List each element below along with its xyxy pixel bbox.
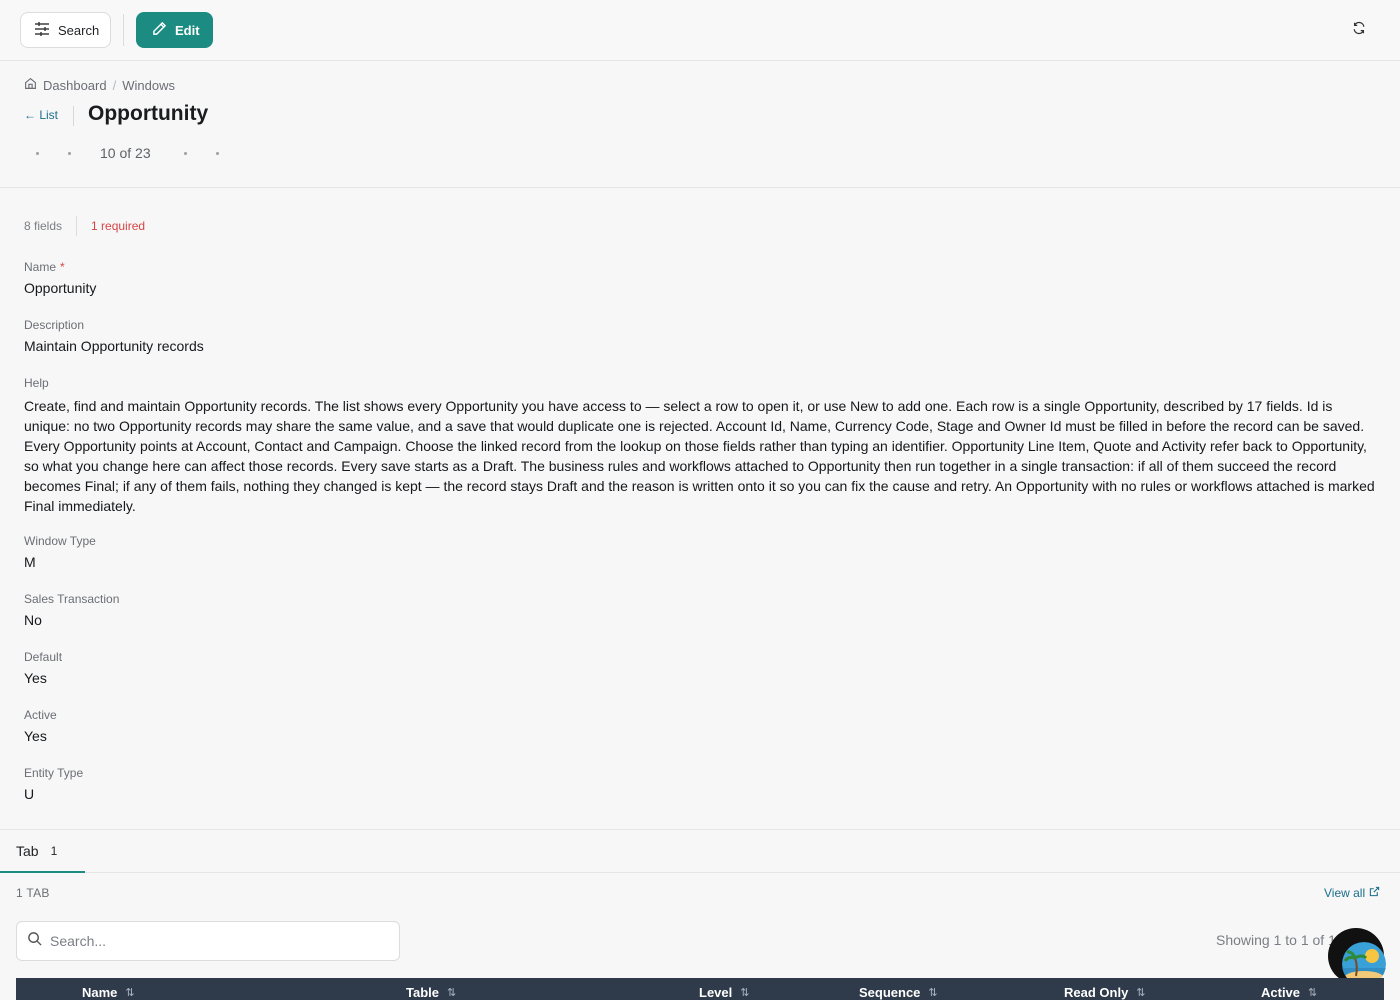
search-button-label: Search — [58, 22, 100, 38]
field-label: Sales Transaction — [24, 592, 120, 606]
first-record-button[interactable] — [36, 152, 39, 155]
tab-label: Tab — [16, 842, 39, 859]
tab-tab[interactable]: Tab 1 — [0, 830, 85, 873]
field-active: Active Yes — [24, 708, 57, 744]
page-title: Opportunity — [88, 102, 209, 125]
column-header-active[interactable]: Active ⇅ — [1261, 985, 1317, 1000]
tab-bar: Tab 1 — [0, 829, 1400, 873]
view-all-link[interactable]: View all — [1324, 886, 1380, 900]
sort-icon: ⇅ — [1308, 987, 1318, 999]
field-sales-transaction: Sales Transaction No — [24, 592, 119, 628]
meta-divider — [76, 216, 78, 236]
breadcrumb: Dashboard / Windows — [24, 77, 175, 93]
field-value: Yes — [24, 670, 47, 686]
column-header-level[interactable]: Level ⇅ — [699, 985, 749, 1000]
breadcrumb-windows[interactable]: Windows — [122, 78, 175, 93]
refresh-icon[interactable] — [1352, 21, 1370, 39]
pager-count: 10 of 23 — [100, 145, 151, 161]
tab-section-count: 1 TAB — [16, 886, 50, 900]
field-window-type: Window Type M — [24, 534, 96, 570]
record-header: Dashboard / Windows ← List Opportunity 1… — [0, 61, 1400, 188]
breadcrumb-separator: / — [112, 77, 117, 93]
toolbar-divider — [123, 14, 124, 46]
assistant-avatar[interactable] — [1328, 928, 1386, 986]
previous-record-button[interactable] — [68, 152, 71, 155]
title-divider — [73, 106, 74, 126]
field-value: U — [24, 786, 35, 802]
last-record-button[interactable] — [216, 152, 219, 155]
sort-icon: ⇅ — [447, 987, 457, 999]
sliders-icon — [34, 21, 50, 40]
sort-icon: ⇅ — [125, 987, 135, 999]
required-marker: * — [60, 260, 65, 274]
back-to-list-link[interactable]: ← List — [24, 108, 58, 122]
home-icon[interactable] — [24, 77, 37, 93]
field-label: Description — [24, 318, 85, 332]
external-link-icon — [1369, 886, 1380, 900]
field-label: Entity Type — [24, 766, 84, 780]
edit-button-label: Edit — [175, 22, 200, 38]
record-pager: 10 of 23 — [0, 143, 260, 165]
field-value: Create, find and maintain Opportunity re… — [24, 398, 1375, 514]
field-help: Help Create, find and maintain Opportuni… — [24, 376, 1376, 516]
field-label: Name * — [24, 260, 65, 274]
column-header-name[interactable]: Name ⇅ — [82, 985, 135, 1000]
magnifier-icon — [27, 931, 42, 951]
required-count: 1 required — [91, 219, 146, 233]
next-record-button[interactable] — [184, 152, 187, 155]
edit-button[interactable]: Edit — [136, 12, 213, 48]
toolbar: Search Edit — [0, 0, 1400, 61]
breadcrumb-dashboard[interactable]: Dashboard — [43, 78, 107, 93]
sort-icon: ⇅ — [1136, 987, 1146, 999]
field-label: Active — [24, 708, 57, 722]
field-value: M — [24, 554, 36, 570]
field-label: Window Type — [24, 534, 96, 548]
field-description: Description Maintain Opportunity records — [24, 318, 204, 354]
field-value: Opportunity — [24, 280, 97, 296]
field-value: No — [24, 612, 42, 628]
column-header-table[interactable]: Table ⇅ — [406, 985, 456, 1000]
field-label: Default — [24, 650, 63, 664]
pencil-icon — [152, 21, 167, 39]
column-header-read-only[interactable]: Read Only ⇅ — [1064, 985, 1146, 1000]
field-default: Default Yes — [24, 650, 62, 686]
fields-count: 8 fields — [24, 219, 63, 233]
field-label: Help — [24, 376, 49, 390]
search-button[interactable]: Search — [20, 12, 111, 48]
tab-count-badge: 1 — [50, 843, 58, 858]
field-value: Yes — [24, 728, 47, 744]
field-name: Name * Opportunity — [24, 260, 96, 296]
column-header-sequence[interactable]: Sequence ⇅ — [859, 985, 938, 1000]
field-entity-type: Entity Type U — [24, 766, 83, 802]
tab-search-field — [16, 921, 400, 961]
sort-icon: ⇅ — [740, 987, 750, 999]
field-value: Maintain Opportunity records — [24, 338, 204, 354]
view-all-label: View all — [1324, 886, 1366, 900]
tab-search-input[interactable] — [50, 933, 380, 949]
fields-meta: 8 fields 1 required — [24, 216, 145, 236]
tabs-table-header: Name ⇅ Table ⇅ Level ⇅ Sequence ⇅ Read Only ⇅… — [16, 978, 1384, 1000]
sort-icon: ⇅ — [928, 987, 938, 999]
showing-count: Showing 1 to 1 of 1 — [1216, 932, 1336, 948]
